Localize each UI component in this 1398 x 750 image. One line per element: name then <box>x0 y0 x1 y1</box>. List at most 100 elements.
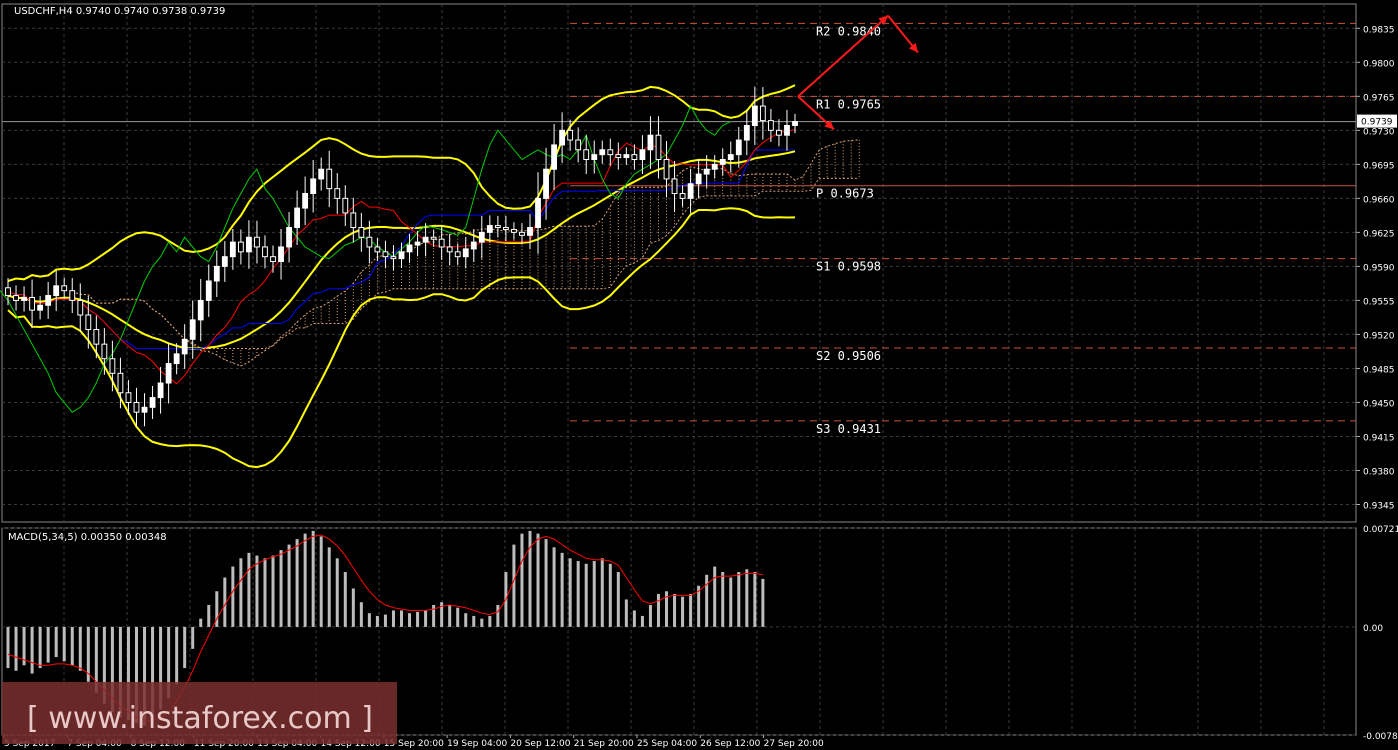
macd-bar <box>303 533 307 627</box>
macd-bar <box>592 561 596 627</box>
candle-body <box>470 241 477 250</box>
candle-body <box>543 168 549 199</box>
current-price-label: 0.9739 <box>1361 118 1393 128</box>
macd-bar <box>713 566 717 627</box>
macd-bar <box>528 530 532 627</box>
macd-bar <box>576 561 580 627</box>
candle-body <box>246 236 252 253</box>
candle-body <box>454 251 461 258</box>
macd-bar <box>681 596 685 627</box>
candle-body <box>350 212 357 229</box>
candle-body <box>751 105 758 126</box>
candle-body <box>85 314 92 331</box>
candle-body <box>502 227 509 230</box>
pivot-label-s3: S3 0.9431 <box>816 422 881 436</box>
candle-body <box>181 338 188 355</box>
candle-body <box>711 163 718 170</box>
candle-body <box>398 251 405 260</box>
candle-body <box>165 363 172 384</box>
time-tick-label: 25 Sep 04:00 <box>637 739 697 749</box>
macd-bar <box>729 577 733 627</box>
candle-body <box>5 287 11 297</box>
macd-bar <box>191 626 195 649</box>
macd-bar <box>46 626 50 663</box>
macd-bar <box>640 615 644 627</box>
candle-body <box>671 178 678 195</box>
macd-bar <box>448 604 452 627</box>
macd-bar <box>753 572 757 627</box>
price-tick-label: 0.9520 <box>1363 331 1395 341</box>
price-tick-label: 0.9450 <box>1363 399 1395 409</box>
macd-bar <box>6 626 10 669</box>
macd-bar <box>383 614 387 627</box>
time-tick-label: 26 Sep 12:00 <box>700 739 760 749</box>
macd-bar <box>761 578 765 627</box>
macd-bar <box>319 536 323 627</box>
macd-label: MACD(5,34,5) 0.00350 0.00348 <box>8 532 167 543</box>
candle-body <box>494 225 501 229</box>
macd-bar <box>520 533 524 627</box>
candle-body <box>310 178 317 195</box>
macd-bar <box>175 626 179 685</box>
macd-tick-label: 0.00 <box>1363 624 1383 634</box>
macd-bar <box>568 558 572 627</box>
candle-body <box>197 299 204 321</box>
candle-body <box>278 246 284 263</box>
macd-bar <box>624 599 628 627</box>
candle-body <box>743 124 750 141</box>
candle-body <box>438 238 445 248</box>
macd-bar <box>512 544 516 627</box>
macd-bar <box>311 530 315 627</box>
candle-body <box>61 285 68 292</box>
macd-bar <box>38 626 42 669</box>
candle-body <box>719 158 726 165</box>
candle-body <box>607 149 614 156</box>
price-tick-label: 0.9555 <box>1363 297 1395 307</box>
macd-bar <box>608 563 612 627</box>
macd-bar <box>600 558 604 627</box>
price-tick-label: 0.9415 <box>1363 433 1395 443</box>
pivot-levels: R2 0.9840R1 0.9765P 0.9673S1 0.9598S2 0.… <box>570 22 1356 436</box>
macd-bar <box>560 552 564 627</box>
price-tick-label: 0.9730 <box>1363 127 1395 137</box>
candle-body <box>462 248 469 258</box>
candle-body <box>792 121 798 126</box>
macd-bar <box>480 618 484 627</box>
price-tick-label: 0.9695 <box>1363 161 1395 171</box>
candle-body <box>334 188 341 199</box>
candle-body <box>205 280 212 301</box>
macd-bar <box>456 607 460 627</box>
candle-body <box>173 353 180 365</box>
candle-body <box>406 244 413 253</box>
candle-body <box>189 319 196 340</box>
symbol-header: USDCHF,H4 0.9740 0.9740 0.9738 0.9739 <box>14 6 225 17</box>
macd-bar <box>247 552 251 627</box>
candle-body <box>511 228 517 233</box>
macd-bar <box>496 604 500 627</box>
pivot-label-s1: S1 0.9598 <box>816 260 881 274</box>
candle-body <box>591 154 598 160</box>
candle-body <box>486 225 493 233</box>
macd-bar <box>705 574 709 627</box>
candle-body <box>21 297 27 301</box>
macd-bar <box>689 593 693 627</box>
candle-body <box>213 265 220 282</box>
macd-bar <box>327 547 331 627</box>
candle-body <box>229 241 236 258</box>
candle-body <box>125 392 132 403</box>
candle-body <box>551 144 557 170</box>
macd-bar <box>375 615 379 627</box>
macd-bar <box>30 626 34 674</box>
candle-body <box>294 207 301 229</box>
candle-body <box>374 246 381 253</box>
macd-bar <box>70 626 74 666</box>
candle-body <box>647 134 654 151</box>
macd-bar <box>472 615 476 627</box>
candle-body <box>29 297 36 311</box>
macd-bar <box>673 593 677 627</box>
candle-body <box>535 197 541 229</box>
macd-bar <box>62 626 66 662</box>
price-tick-label: 0.9835 <box>1363 25 1395 35</box>
pivot-label-r1: R1 0.9765 <box>816 97 881 111</box>
candle-body <box>623 154 630 159</box>
